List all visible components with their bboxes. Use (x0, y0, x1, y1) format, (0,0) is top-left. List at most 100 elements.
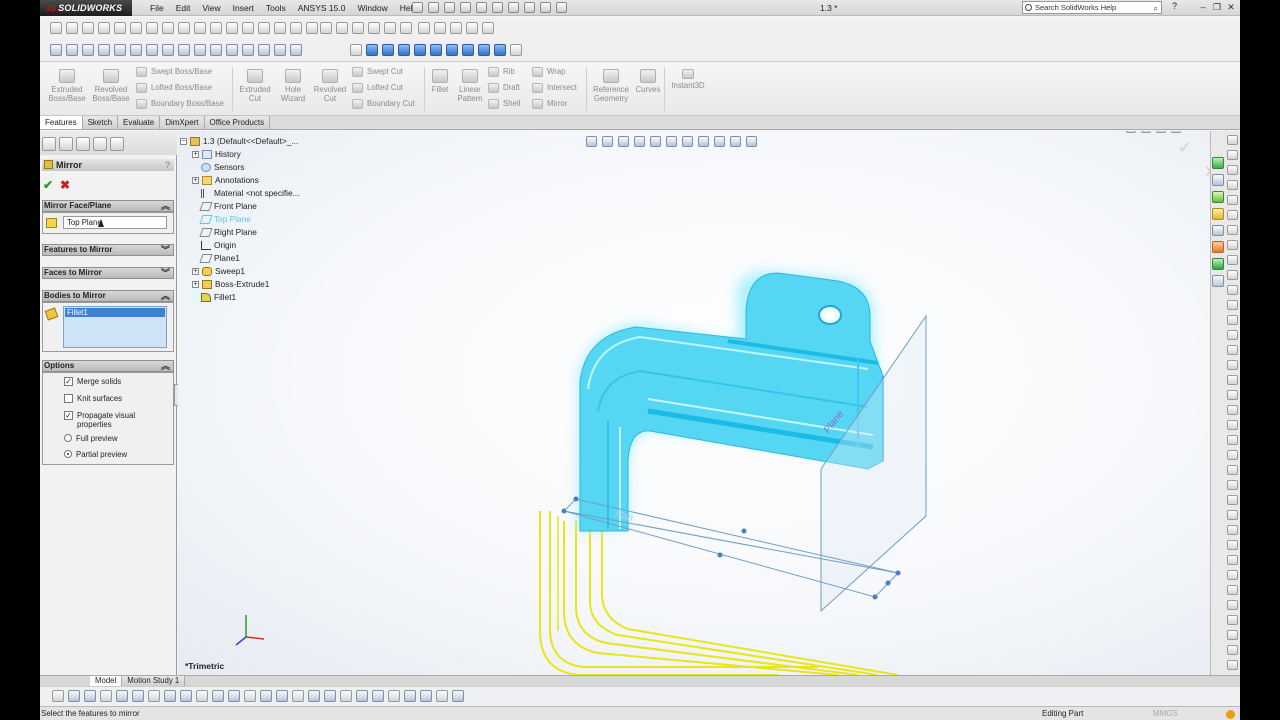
sketch-tool-icon[interactable] (1227, 345, 1238, 355)
apply-scene-icon[interactable] (258, 44, 270, 56)
save-icon[interactable] (460, 2, 471, 13)
block-icon[interactable] (434, 22, 446, 34)
tree-root[interactable]: − 1.3 (Default<<Default>_... (180, 135, 298, 147)
feature-tool-icon[interactable] (356, 690, 368, 702)
feature-tool-icon[interactable] (52, 690, 64, 702)
partial-preview-option[interactable]: Partial preview (64, 450, 127, 459)
sketch-tool-icon[interactable] (1227, 645, 1238, 655)
view-palette-tab-icon[interactable] (1212, 224, 1224, 237)
tree-item-right-plane[interactable]: Right Plane (199, 226, 257, 238)
tab-dimxpert[interactable]: DimXpert (160, 116, 205, 129)
feature-tool-icon[interactable] (116, 690, 128, 702)
feature-tool-icon[interactable] (148, 690, 160, 702)
options-icon[interactable] (556, 2, 567, 13)
revolved-cut-button[interactable]: Revolved Cut (311, 69, 349, 103)
sketch-tool-icon[interactable] (1227, 510, 1238, 520)
tree-item-origin[interactable]: Origin (201, 239, 236, 251)
help-icon[interactable]: ? (165, 159, 170, 171)
dimxpert-manager-tab-icon[interactable] (93, 137, 107, 151)
polygon-icon[interactable] (146, 22, 158, 34)
boundary-boss-button[interactable]: Boundary Boss/Base (136, 98, 224, 110)
menu-window[interactable]: Window (351, 0, 393, 16)
full-preview-option[interactable]: Full preview (64, 434, 118, 443)
new-document-icon[interactable] (428, 2, 439, 13)
tree-item-boss-extrude1[interactable]: + Boss-Extrude1 (192, 278, 269, 290)
sketch-tool-icon[interactable] (1227, 180, 1238, 190)
tab-model[interactable]: Model (90, 676, 123, 686)
view-settings-icon[interactable] (746, 136, 757, 147)
feature-tool-icon[interactable] (388, 690, 400, 702)
sketch-tool-icon[interactable] (1227, 405, 1238, 415)
tab-office-products[interactable]: Office Products (204, 116, 271, 129)
sketch-tool-icon[interactable] (1227, 630, 1238, 640)
configuration-manager-tab-icon[interactable] (76, 137, 90, 151)
tree-item-history[interactable]: + History (192, 148, 241, 160)
feature-tool-icon[interactable] (180, 690, 192, 702)
dynamic-annotation-icon[interactable] (650, 136, 661, 147)
search-tab-icon[interactable] (1212, 207, 1224, 220)
pan-icon[interactable] (146, 44, 158, 56)
tree-item-front-plane[interactable]: Front Plane (199, 200, 257, 212)
zoom-in-out-icon[interactable] (98, 44, 110, 56)
sketch-tool-icon[interactable] (1227, 255, 1238, 265)
mirror-entities-icon[interactable] (290, 22, 302, 34)
search-icon[interactable]: ⌕ (1154, 3, 1158, 14)
sketch-tool-icon[interactable] (1227, 465, 1238, 475)
feature-tool-icon[interactable] (228, 690, 240, 702)
collapse-icon[interactable]: ︽ (161, 201, 170, 211)
tree-item-annotations[interactable]: + Annotations (192, 174, 259, 186)
rib-button[interactable]: Rib (488, 66, 515, 78)
measure-icon[interactable] (466, 22, 478, 34)
minimize-icon[interactable]: – (1196, 2, 1210, 13)
sketch-tool-icon[interactable] (1227, 270, 1238, 280)
wrap-button[interactable]: Wrap (532, 66, 566, 78)
sketch-tool-icon[interactable] (1227, 150, 1238, 160)
right-view-icon[interactable] (414, 44, 426, 56)
view-orientation-icon[interactable] (666, 136, 677, 147)
hide-show-items-icon[interactable] (226, 44, 238, 56)
edit-appearance-icon[interactable] (242, 44, 254, 56)
tree-item-plane1[interactable]: Plane1 (199, 252, 240, 264)
rebuild-icon[interactable] (524, 2, 535, 13)
boundary-cut-button[interactable]: Boundary Cut (352, 98, 415, 110)
close-icon[interactable]: ✕ (1224, 2, 1238, 13)
sketch-tool-icon[interactable] (1227, 600, 1238, 610)
sketch-tool-icon[interactable] (1227, 360, 1238, 370)
previous-view-icon[interactable] (82, 44, 94, 56)
offset-icon[interactable] (274, 22, 286, 34)
zoom-to-fit-icon[interactable] (50, 44, 62, 56)
sketch-tool-icon[interactable] (1227, 480, 1238, 490)
front-view-icon[interactable] (366, 44, 378, 56)
status-units[interactable]: MMGS (1153, 707, 1178, 720)
text-icon[interactable] (210, 22, 222, 34)
knit-surfaces-option[interactable]: Knit surfaces (64, 394, 122, 403)
feature-tool-icon[interactable] (452, 690, 464, 702)
zoom-to-area-icon[interactable] (66, 44, 78, 56)
shadows-icon[interactable] (290, 44, 302, 56)
sketch-tool-icon[interactable] (1227, 375, 1238, 385)
feature-tool-icon[interactable] (404, 690, 416, 702)
undo-icon[interactable] (492, 2, 503, 13)
sketch-tool-icon[interactable] (1227, 330, 1238, 340)
intersect-button[interactable]: Intersect (532, 82, 577, 94)
design-library-tab-icon[interactable] (1212, 173, 1224, 186)
knit-surfaces-checkbox[interactable] (64, 394, 73, 403)
menu-view[interactable]: View (196, 0, 226, 16)
feature-tool-icon[interactable] (420, 690, 432, 702)
circle-icon[interactable] (98, 22, 110, 34)
extruded-boss-button[interactable]: Extruded Boss/Base (46, 69, 88, 103)
feature-tool-icon[interactable] (84, 690, 96, 702)
move-entities-icon[interactable] (320, 22, 332, 34)
feature-tool-icon[interactable] (260, 690, 272, 702)
repair-sketch-icon[interactable] (368, 22, 380, 34)
sketch-tool-icon[interactable] (1227, 450, 1238, 460)
pin-icon[interactable] (412, 2, 423, 13)
pointer-icon[interactable] (450, 22, 462, 34)
centerline-icon[interactable] (194, 22, 206, 34)
tab-sketch[interactable]: Sketch (82, 116, 119, 129)
sketch-tool-icon[interactable] (1227, 540, 1238, 550)
feature-tool-icon[interactable] (212, 690, 224, 702)
rotate-view-icon[interactable] (130, 44, 142, 56)
menu-edit[interactable]: Edit (170, 0, 197, 16)
slot-icon[interactable] (162, 22, 174, 34)
